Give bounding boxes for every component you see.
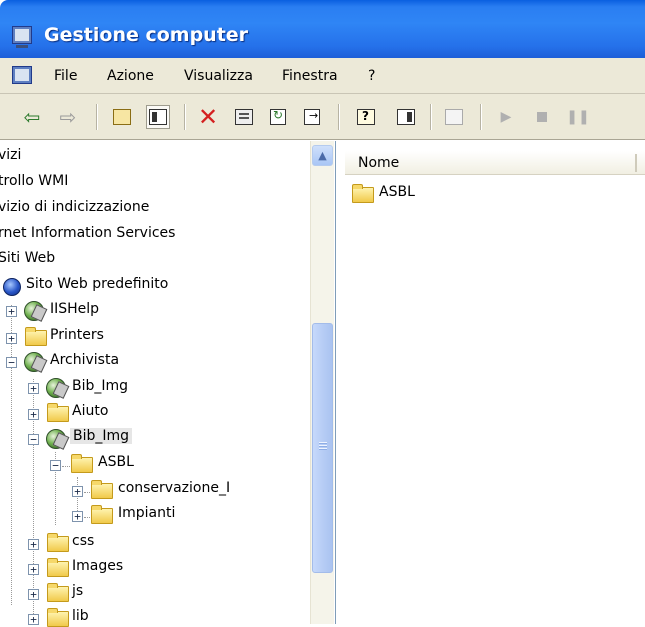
folder-open-icon (71, 454, 93, 473)
expand-icon[interactable]: + (28, 589, 39, 600)
folder-icon (47, 608, 69, 627)
menu-finestra[interactable]: Finestra (282, 68, 338, 84)
title-bar[interactable]: Gestione computer (0, 0, 645, 58)
tree-item-aiuto[interactable]: Aiuto (72, 403, 108, 419)
expand-icon[interactable]: + (6, 306, 17, 317)
play-icon[interactable]: ▶ (494, 105, 518, 129)
tree-item-servizi[interactable]: vizi (0, 147, 21, 163)
menu-file[interactable]: File (54, 68, 77, 84)
menu-bar: File Azione Visualizza Finestra ? (0, 58, 645, 94)
tree-item-iis[interactable]: rnet Information Services (0, 225, 175, 241)
tree-item-impianti[interactable]: Impianti (118, 505, 175, 521)
expand-icon[interactable]: + (28, 614, 39, 625)
connect-computer-icon[interactable] (442, 105, 466, 129)
help-icon[interactable]: ? (354, 105, 378, 129)
forward-icon[interactable]: ⇨ (56, 105, 80, 129)
tree-item-conservazione[interactable]: conservazione_I (118, 480, 230, 496)
tree-item-lib[interactable]: lib (72, 608, 89, 624)
scroll-up-icon[interactable]: ▲ (312, 145, 333, 166)
tree-item-bib-img-selected[interactable]: Bib_Img (70, 428, 133, 444)
back-icon[interactable]: ⇦ (20, 105, 44, 129)
scrollbar-thumb[interactable] (312, 323, 333, 573)
show-hide-tree-icon[interactable] (146, 105, 170, 129)
collapse-icon[interactable]: − (6, 357, 17, 368)
properties-icon[interactable] (232, 105, 256, 129)
tree-item-bib-img[interactable]: Bib_Img (72, 378, 128, 394)
tree-item-controllo-wmi[interactable]: trollo WMI (0, 173, 68, 189)
virtual-directory-icon (24, 352, 44, 372)
website-icon (3, 278, 21, 296)
list-pane[interactable]: Nome ASBL (337, 141, 645, 624)
folder-icon (47, 533, 69, 552)
pause-icon[interactable]: ❚❚ (566, 105, 590, 129)
folder-icon (91, 480, 113, 499)
tree-item-servizio-indicizzazione[interactable]: vizio di indicizzazione (0, 199, 149, 215)
expand-icon[interactable]: + (28, 564, 39, 575)
stop-icon[interactable] (530, 105, 554, 129)
refresh-icon[interactable]: ↻ (266, 105, 290, 129)
tree-pane[interactable]: vizi trollo WMI vizio di indicizzazione … (0, 141, 336, 627)
virtual-directory-icon (46, 378, 66, 398)
show-hide-action-pane-icon[interactable] (394, 105, 418, 129)
tree-item-asbl[interactable]: ASBL (98, 454, 134, 470)
collapse-icon[interactable]: − (28, 434, 39, 445)
printers-folder-icon (25, 327, 47, 346)
virtual-directory-icon (24, 301, 44, 321)
expand-icon[interactable]: + (28, 539, 39, 550)
menu-azione[interactable]: Azione (107, 68, 154, 84)
tree-item-sito-web-predefinito[interactable]: Sito Web predefinito (26, 276, 168, 292)
collapse-icon[interactable]: − (50, 460, 61, 471)
toolbar: ⇦ ⇨ ✕ ↻ → ? ▶ ❚❚ (0, 94, 645, 140)
column-divider[interactable] (635, 154, 637, 172)
window-title: Gestione computer (44, 24, 249, 46)
folder-icon (47, 583, 69, 602)
console-icon[interactable] (12, 66, 32, 84)
menu-help[interactable]: ? (368, 68, 375, 84)
tree-scrollbar[interactable]: ▲ (310, 141, 334, 624)
expand-icon[interactable]: + (28, 409, 39, 420)
tree-item-iishelp[interactable]: IISHelp (50, 301, 99, 317)
export-list-icon[interactable]: → (300, 105, 324, 129)
virtual-directory-icon (46, 429, 66, 449)
folder-icon (352, 184, 374, 203)
expand-icon[interactable]: + (28, 383, 39, 394)
tree-item-siti-web[interactable]: Siti Web (0, 250, 55, 266)
tree-item-images[interactable]: Images (72, 558, 123, 574)
column-header-label: Nome (358, 155, 400, 171)
tree-item-js[interactable]: js (72, 583, 83, 599)
column-header-nome[interactable]: Nome (345, 151, 645, 175)
tree-item-printers[interactable]: Printers (50, 327, 104, 343)
tree-item-archivista[interactable]: Archivista (50, 352, 119, 368)
folder-icon (91, 505, 113, 524)
expand-icon[interactable]: + (72, 486, 83, 497)
folder-icon (47, 558, 69, 577)
list-item-asbl[interactable]: ASBL (379, 184, 415, 200)
folder-icon (47, 403, 69, 422)
tree-item-css[interactable]: css (72, 533, 94, 549)
menu-visualizza[interactable]: Visualizza (184, 68, 253, 84)
expand-icon[interactable]: + (6, 333, 17, 344)
expand-icon[interactable]: + (72, 511, 83, 522)
computer-management-icon (12, 26, 32, 48)
up-folder-icon[interactable] (110, 105, 134, 129)
delete-icon[interactable]: ✕ (196, 105, 220, 129)
